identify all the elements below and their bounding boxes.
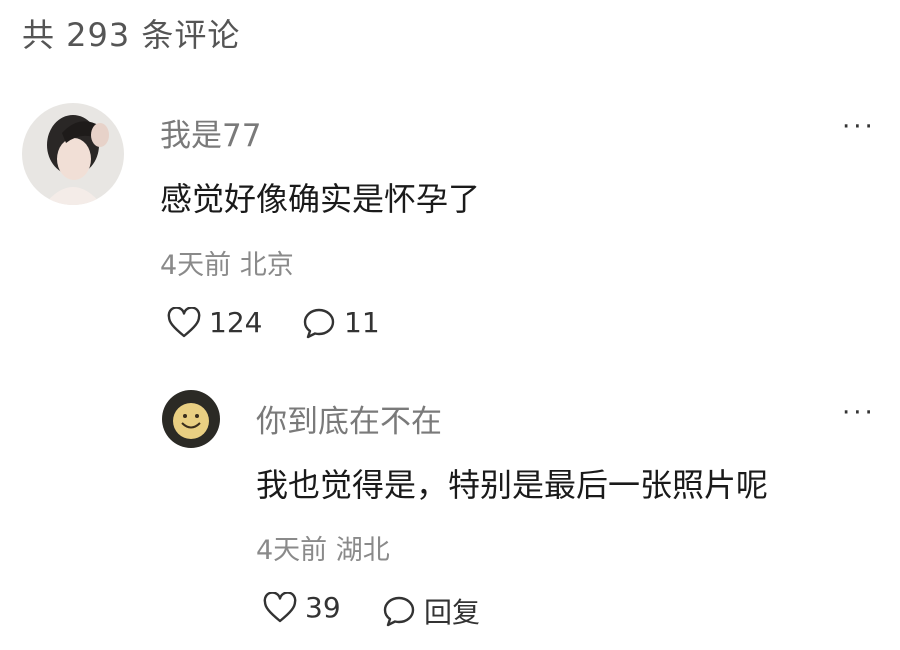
reply-count: 11 <box>344 306 380 339</box>
comment-text: 感觉好像确实是怀孕了 <box>160 180 481 218</box>
comment-count-title: 共 293 条评论 <box>22 16 241 54</box>
like-button[interactable]: 124 <box>167 306 262 339</box>
like-button[interactable]: 39 <box>263 591 341 624</box>
more-dots-icon[interactable]: ··· <box>842 112 876 142</box>
avatar[interactable] <box>162 390 220 448</box>
reply-button[interactable]: 回复 <box>382 591 480 631</box>
reply-time-location: 4天前 湖北 <box>256 535 390 566</box>
heart-outline-icon <box>263 591 297 622</box>
comment-button[interactable]: 11 <box>302 306 380 339</box>
like-count: 124 <box>209 306 263 339</box>
reply-label: 回复 <box>424 596 481 629</box>
comment-time-location: 4天前 北京 <box>160 250 294 281</box>
speech-bubble-icon <box>303 308 335 338</box>
more-dots-icon[interactable]: ··· <box>842 398 876 428</box>
comment-author-name[interactable]: 我是77 <box>160 110 261 155</box>
reply-text: 我也觉得是，特别是最后一张照片呢 <box>256 466 769 504</box>
reply-author-name[interactable]: 你到底在不在 <box>256 396 442 441</box>
speech-bubble-icon <box>383 596 415 627</box>
like-count: 39 <box>305 591 341 624</box>
heart-outline-icon <box>167 306 201 337</box>
avatar[interactable] <box>22 103 124 205</box>
